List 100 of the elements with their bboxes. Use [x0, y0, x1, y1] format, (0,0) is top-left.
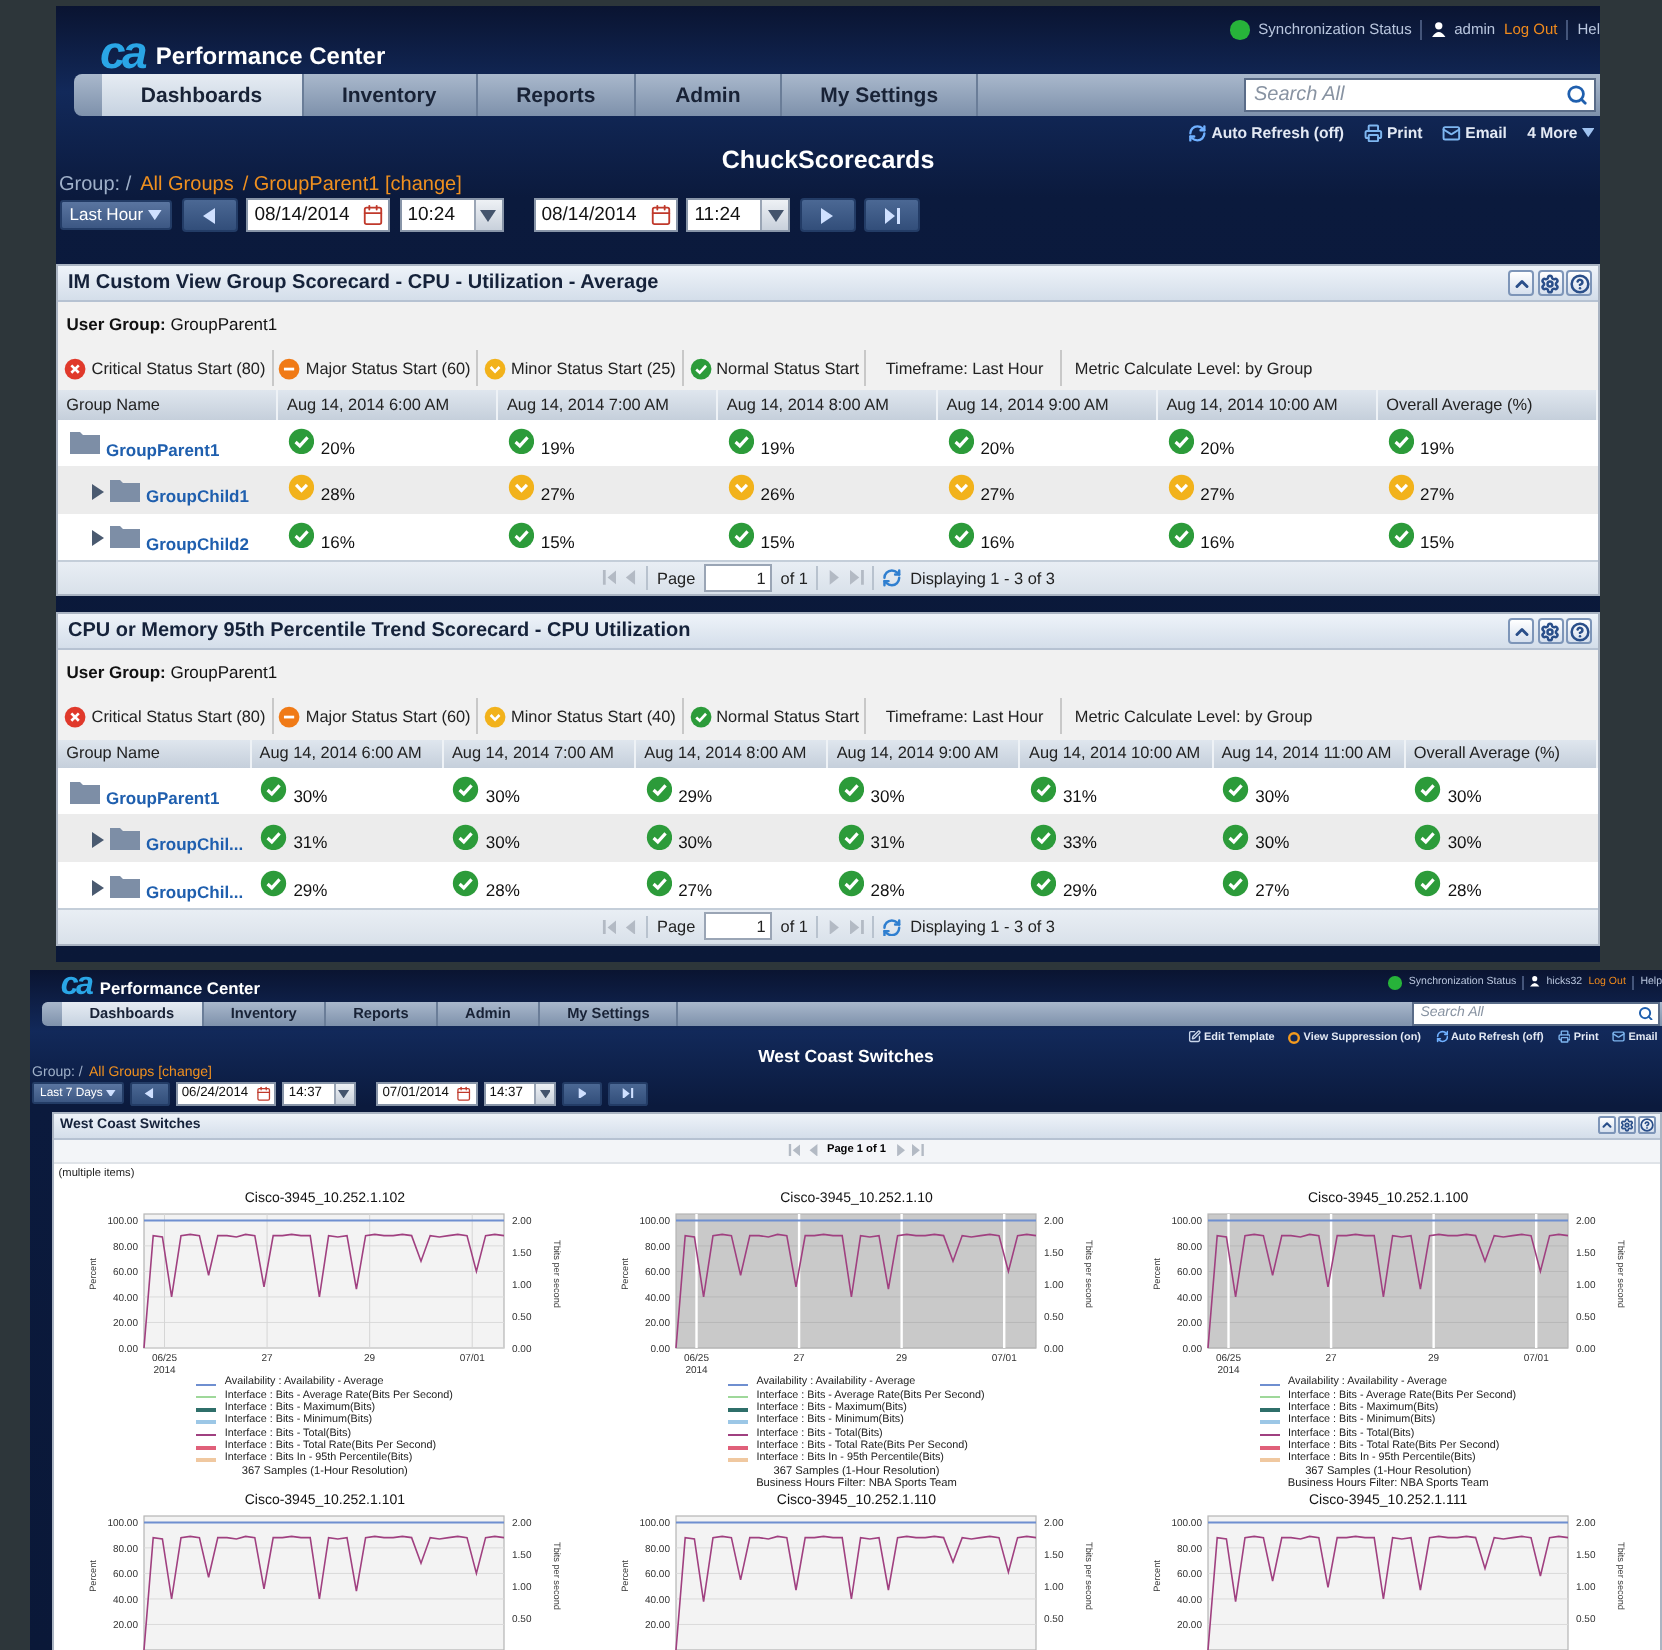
- metric-value: 30%: [1255, 830, 1290, 853]
- legend-label: Normal Status Start: [716, 359, 860, 378]
- group-name-link[interactable]: GroupParent1: [106, 425, 220, 460]
- metric-value: 19%: [540, 435, 575, 458]
- start-time-dropdown[interactable]: 10:24: [399, 198, 504, 232]
- metric-value: 30%: [1255, 783, 1290, 806]
- help-icon: [1569, 273, 1589, 293]
- metric-value: 29%: [1062, 877, 1097, 900]
- page-count: of 1: [780, 917, 808, 936]
- user-icon: [1530, 976, 1541, 988]
- previous-button[interactable]: [130, 1081, 170, 1106]
- last-button[interactable]: [607, 1081, 648, 1106]
- column-header[interactable]: Aug 14, 2014 10:00 AM: [1157, 390, 1378, 420]
- column-header[interactable]: Aug 14, 2014 6:00 AM: [277, 390, 498, 420]
- refresh-icon: [1435, 1030, 1449, 1044]
- next-button[interactable]: [562, 1081, 602, 1106]
- panel-title: IM Custom View Group Scorecard - CPU - Utilization - Average: [68, 272, 659, 294]
- metric-value: 15%: [1420, 529, 1455, 552]
- folder-icon: [110, 873, 140, 898]
- legend-label: Minor Status Start (40): [511, 707, 676, 726]
- metric-value: 28%: [1447, 877, 1482, 900]
- caret-down-icon: [106, 1089, 116, 1097]
- settings-icon: [1619, 1118, 1634, 1133]
- caret-down-icon: [148, 209, 162, 221]
- refresh-icon[interactable]: [882, 917, 903, 937]
- column-header[interactable]: Overall Average (%): [1404, 739, 1597, 768]
- info-label: Timeframe: Last Hour: [872, 350, 1062, 387]
- metric-value: 28%: [485, 877, 520, 900]
- settings-icon: [1540, 273, 1560, 293]
- start-date-field[interactable]: 08/14/2014: [246, 198, 391, 232]
- refresh-icon[interactable]: [882, 568, 903, 589]
- caret-right-icon[interactable]: [92, 530, 104, 547]
- metric-value: 28%: [320, 482, 355, 505]
- metric-value: 27%: [1420, 482, 1455, 505]
- user-icon: [1431, 22, 1446, 37]
- caret-right-icon[interactable]: [92, 879, 104, 896]
- group-name-link[interactable]: GroupParent1: [106, 774, 220, 808]
- column-header[interactable]: Aug 14, 2014 7:00 AM: [497, 390, 718, 420]
- collapse-button[interactable]: [1508, 618, 1534, 645]
- group-name-link[interactable]: GroupChil...: [146, 821, 244, 855]
- status-dot-icon: [1388, 975, 1403, 990]
- nav-tab[interactable]: Dashboards: [102, 74, 304, 116]
- end-date-field[interactable]: 08/14/2014: [533, 198, 678, 232]
- chevron-up-icon: [1599, 1118, 1614, 1133]
- last-button[interactable]: [864, 198, 921, 232]
- user-group-text: User Group: GroupParent1: [64, 311, 280, 338]
- skip-end-icon: [621, 1087, 634, 1099]
- dashboard-title: West Coast Switches: [756, 1045, 936, 1066]
- nav-tab[interactable]: Reports: [477, 74, 637, 116]
- breadcrumb-link[interactable]: All Groups: [140, 173, 234, 195]
- triangle-right-icon: [826, 570, 842, 586]
- page-number-field[interactable]: 1: [703, 564, 773, 593]
- next-button[interactable]: [799, 198, 856, 232]
- column-header[interactable]: Aug 14, 2014 7:00 AM: [442, 739, 636, 768]
- page-label: Page: [657, 569, 696, 588]
- nav-tab[interactable]: Inventory: [303, 74, 478, 116]
- skip-end-icon: [849, 919, 864, 935]
- column-header[interactable]: Group Name: [58, 739, 251, 768]
- nav-tab[interactable]: Admin: [636, 74, 782, 116]
- panel-title: CPU or Memory 95th Percentile Trend Scorecard - CPU Utilization: [68, 620, 691, 643]
- info-label: Metric Calculate Level: by Group: [1072, 705, 1315, 730]
- metric-value: 29%: [293, 877, 328, 900]
- collapse-button[interactable]: [1597, 1116, 1616, 1135]
- metric-value: 30%: [678, 830, 713, 853]
- group-name-link[interactable]: GroupChild1: [146, 472, 249, 507]
- info-label: Metric Calculate Level: by Group: [1072, 357, 1315, 382]
- triangle-left-icon: [144, 1087, 155, 1099]
- column-header[interactable]: Aug 14, 2014 6:00 AM: [250, 739, 443, 768]
- group-name-link[interactable]: GroupChild2: [146, 519, 249, 554]
- end-time-dropdown[interactable]: 11:24: [686, 198, 791, 232]
- help-button[interactable]: [1566, 618, 1592, 645]
- triangle-left-icon: [623, 570, 639, 586]
- settings-button[interactable]: [1617, 1116, 1636, 1135]
- caret-right-icon[interactable]: [92, 483, 104, 500]
- help-button[interactable]: [1637, 1116, 1656, 1135]
- breadcrumb-link[interactable]: / GroupParent1 [change]: [242, 173, 462, 195]
- help-button[interactable]: [1566, 270, 1592, 296]
- metric-value: 19%: [1420, 435, 1455, 458]
- column-header[interactable]: Aug 14, 2014 9:00 AM: [827, 739, 1020, 768]
- column-header[interactable]: Aug 14, 2014 8:00 AM: [717, 390, 938, 420]
- settings-button[interactable]: [1537, 270, 1563, 296]
- group-name-link[interactable]: GroupChil...: [146, 868, 244, 902]
- column-header[interactable]: Aug 14, 2014 10:00 AM: [1019, 739, 1213, 768]
- settings-icon: [1540, 621, 1560, 642]
- caret-down-icon: [1581, 128, 1594, 138]
- column-header[interactable]: Aug 14, 2014 9:00 AM: [937, 390, 1158, 420]
- nav-tab[interactable]: My Settings: [781, 74, 979, 116]
- previous-button[interactable]: [181, 198, 238, 232]
- caret-right-icon[interactable]: [92, 832, 104, 849]
- column-header[interactable]: Group Name: [58, 390, 278, 420]
- folder-icon: [110, 826, 140, 851]
- time-range-dropdown[interactable]: Last Hour: [59, 199, 173, 231]
- metric-value: 29%: [678, 783, 713, 806]
- page-number-field[interactable]: 1: [703, 912, 773, 941]
- column-header[interactable]: Overall Average (%): [1377, 390, 1597, 420]
- legend-label: Normal Status Start: [716, 707, 860, 726]
- column-header[interactable]: Aug 14, 2014 8:00 AM: [635, 739, 828, 768]
- collapse-button[interactable]: [1508, 270, 1534, 296]
- column-header[interactable]: Aug 14, 2014 11:00 AM: [1212, 739, 1405, 768]
- settings-button[interactable]: [1537, 618, 1563, 645]
